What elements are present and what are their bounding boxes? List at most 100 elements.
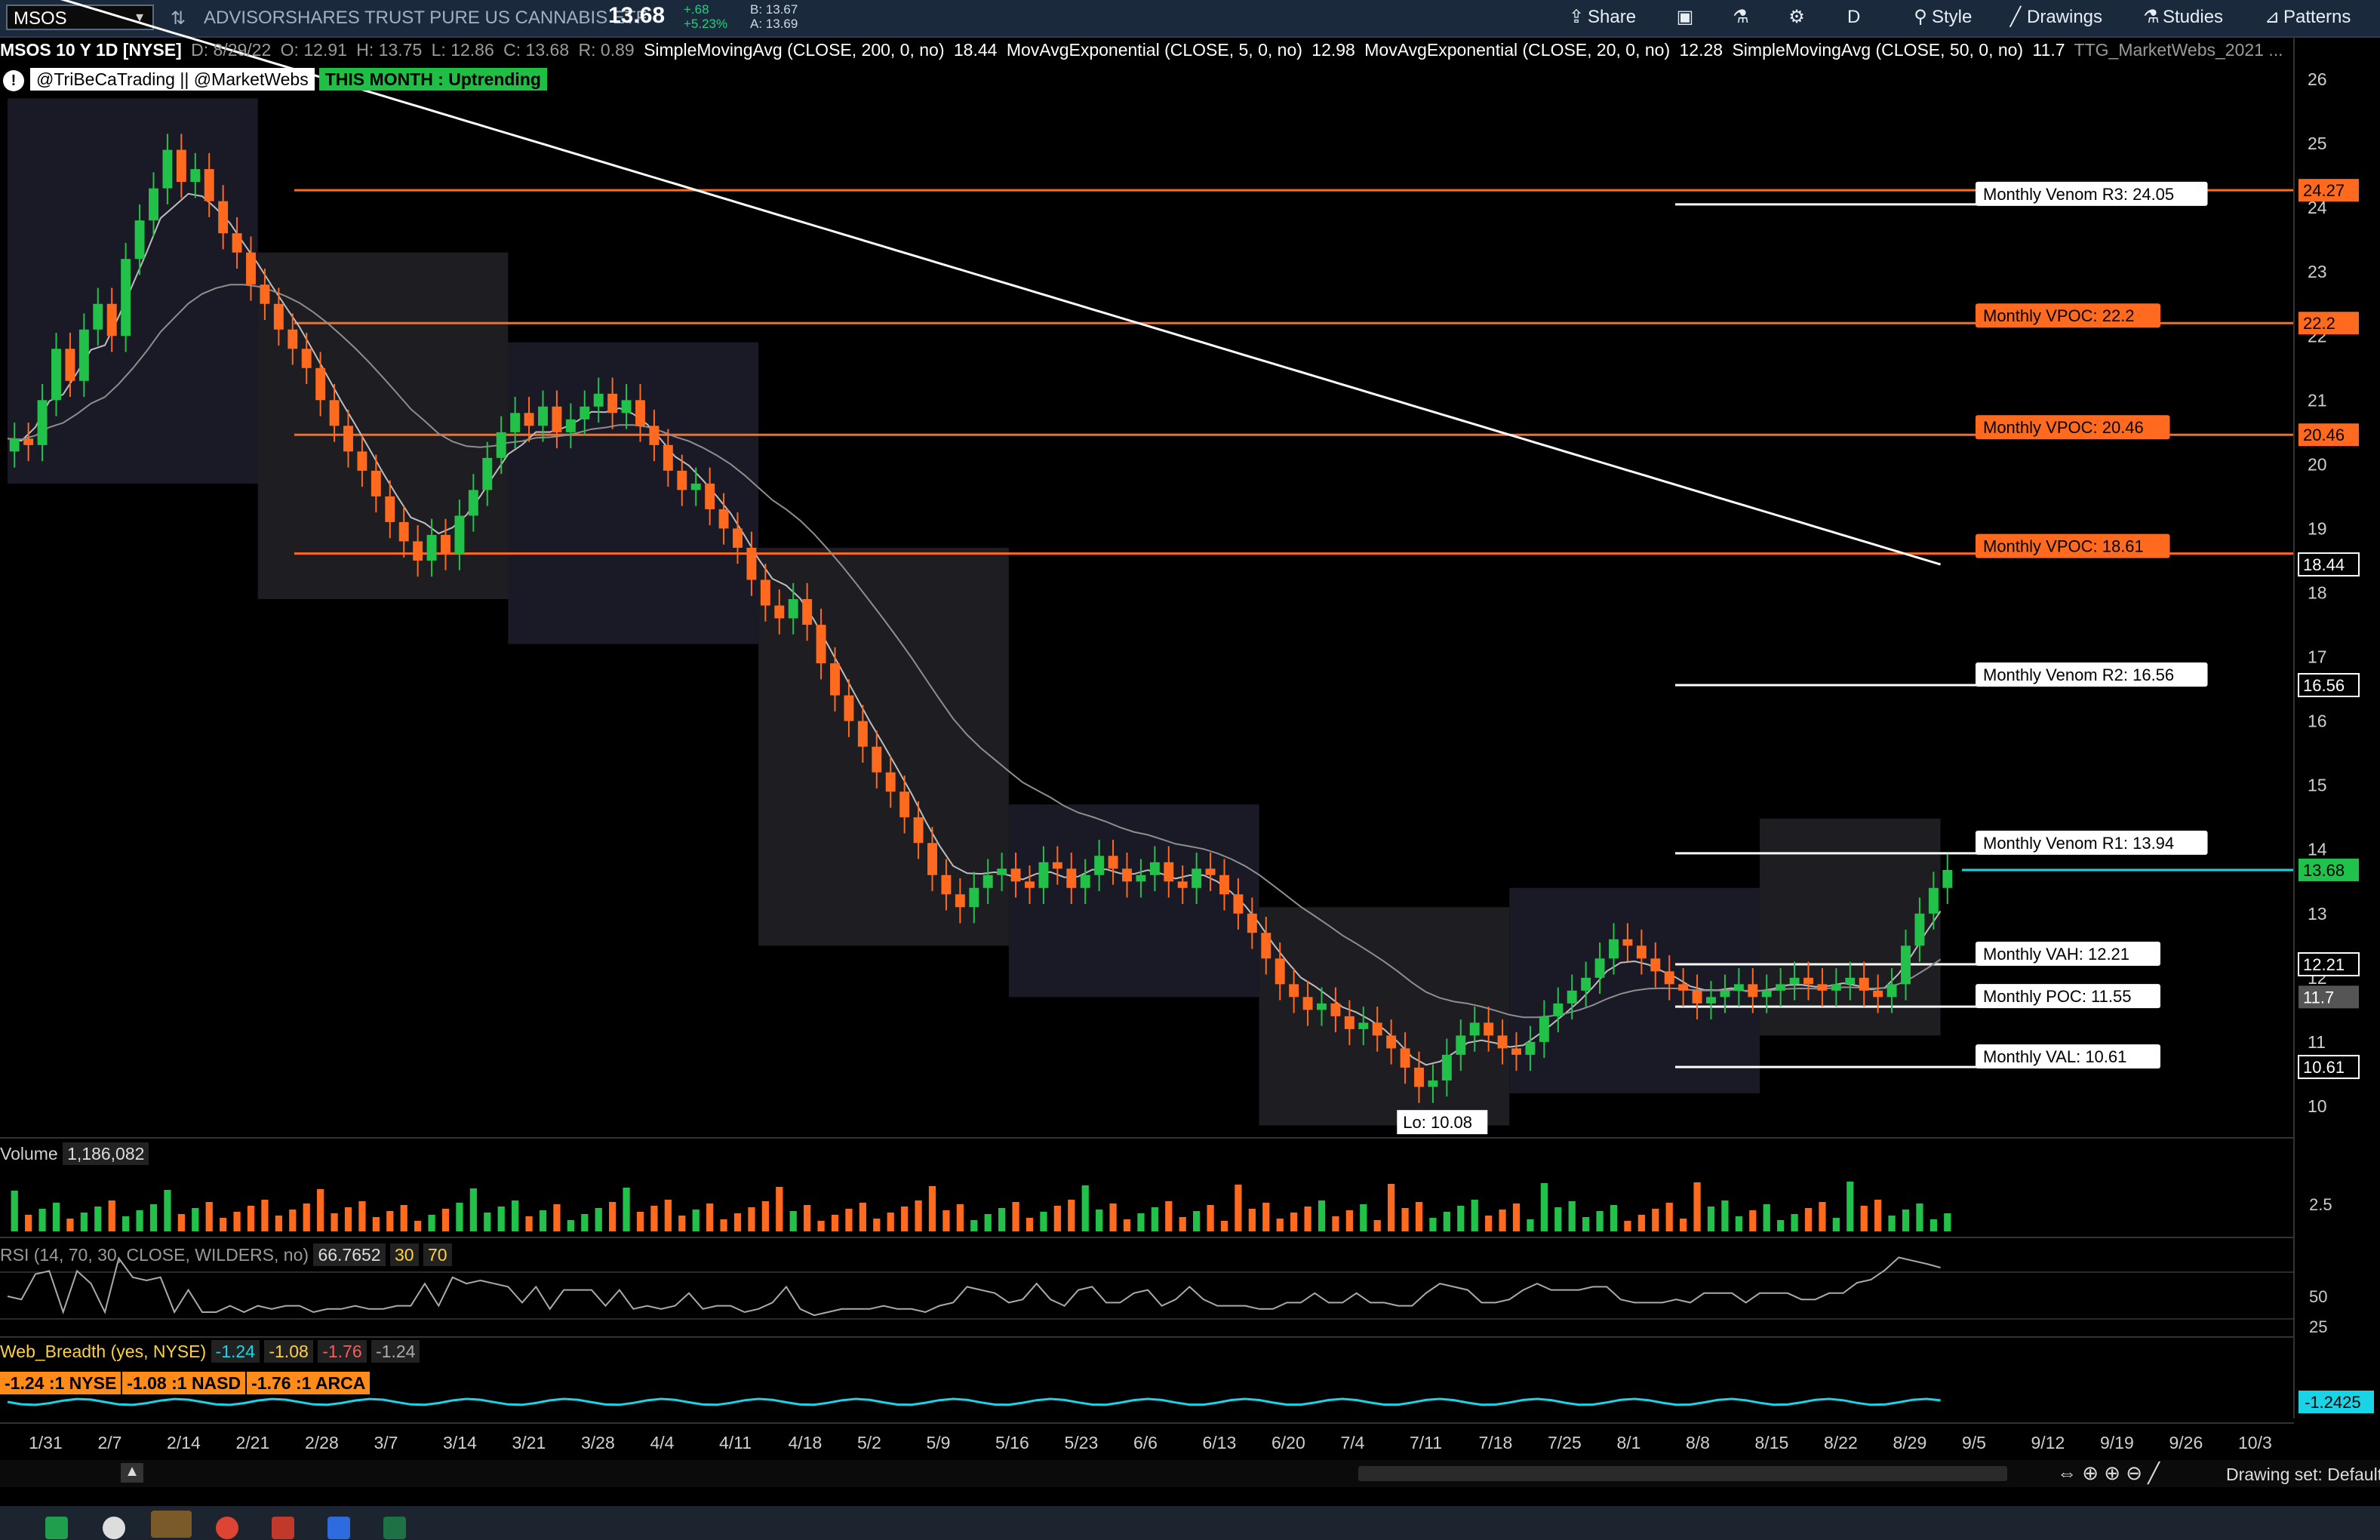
- candle-body: [1233, 894, 1244, 914]
- candle-body: [649, 426, 660, 445]
- candle-body: [733, 528, 743, 548]
- date-tick: 2/14: [167, 1433, 201, 1452]
- candle-body: [315, 367, 326, 401]
- zoom-icon[interactable]: [327, 1517, 350, 1539]
- candle-body: [816, 625, 826, 664]
- ema20-value: 12.28: [1679, 40, 1724, 60]
- drawing-set-label[interactable]: Drawing set: Default: [2226, 1465, 2380, 1485]
- candle-body: [357, 451, 367, 471]
- candle-body: [774, 605, 785, 619]
- candle-body: [1456, 1035, 1466, 1055]
- price-tag-text: 20.46: [2303, 426, 2345, 444]
- app-icon[interactable]: [272, 1517, 294, 1539]
- candle-body: [1080, 875, 1090, 888]
- volume-bar: [344, 1207, 352, 1231]
- pan-icon[interactable]: ⇔ ⊕ ⊕ ⊖ ╱: [2057, 1462, 2160, 1485]
- profile-label[interactable]: TTG_MarketWebs_2021 ...: [2074, 40, 2283, 60]
- volume-bar: [776, 1187, 783, 1231]
- volume-bar: [1443, 1212, 1450, 1231]
- volume-bar: [1012, 1202, 1019, 1231]
- ema5-label[interactable]: MovAvgExponential (CLOSE, 5, 0, no): [1007, 40, 1302, 60]
- sma200-label[interactable]: SimpleMovingAvg (CLOSE, 200, 0, no): [644, 40, 944, 60]
- horizontal-scrollbar[interactable]: [1358, 1466, 2007, 1481]
- ema20-label[interactable]: MovAvgExponential (CLOSE, 20, 0, no): [1364, 40, 1670, 60]
- volume-bar: [1109, 1203, 1117, 1231]
- price-tag-text: 10.61: [2303, 1058, 2345, 1077]
- candle-body: [1845, 977, 1856, 985]
- app-icon[interactable]: [103, 1517, 125, 1539]
- volume-bar: [1735, 1216, 1742, 1231]
- volume-bar: [915, 1200, 922, 1231]
- alert-icon[interactable]: !: [3, 69, 24, 91]
- volume-bar: [1025, 1218, 1034, 1231]
- date-tick: 9/12: [2031, 1433, 2065, 1452]
- volume-bar: [1318, 1200, 1326, 1231]
- candle-body: [718, 509, 729, 529]
- volume-bar: [1680, 1219, 1687, 1231]
- candle-body: [1302, 997, 1313, 1010]
- volume-bar: [275, 1216, 282, 1231]
- volume-bar: [1290, 1213, 1298, 1231]
- candle-body: [1859, 977, 1869, 991]
- volume-bar: [664, 1200, 672, 1231]
- candle-body: [1581, 977, 1591, 991]
- price-tick: 17: [2308, 647, 2327, 667]
- volume-bar: [831, 1215, 839, 1231]
- volume-bar: [1165, 1201, 1173, 1231]
- date-tick: 8/1: [1617, 1433, 1641, 1452]
- volume-bar: [192, 1208, 199, 1231]
- candle-body: [149, 188, 158, 221]
- volume-bar: [817, 1221, 825, 1231]
- collapse-button[interactable]: ▲: [121, 1463, 143, 1483]
- volume-profile-block: [1259, 907, 1510, 1126]
- candle-body: [37, 400, 48, 445]
- sma50-label[interactable]: SimpleMovingAvg (CLOSE, 50, 0, no): [1732, 40, 2023, 60]
- volume-bar: [887, 1213, 894, 1231]
- date-tick: 8/8: [1686, 1433, 1710, 1452]
- candle-body: [385, 496, 395, 522]
- chart-title: MSOS 10 Y 1D [NYSE]: [0, 40, 182, 60]
- level-label: Monthly Venom R2: 16.56: [1983, 665, 2174, 684]
- volume-bar: [1345, 1210, 1353, 1231]
- candle-body: [426, 534, 437, 561]
- date-tick: 8/22: [1824, 1433, 1858, 1452]
- volume-bar: [1846, 1182, 1854, 1231]
- candle-body: [1497, 1035, 1508, 1049]
- level-label: Monthly VAL: 10.61: [1983, 1047, 2126, 1066]
- volume-scale: 2.5: [2309, 1195, 2332, 1214]
- price-tag-text: 24.27: [2303, 181, 2345, 200]
- volume-bar: [1388, 1184, 1395, 1231]
- volume-bar: [11, 1191, 18, 1231]
- date-axis: 1/31 2/7 2/14 2/21 2/28 3/7 3/14 3/21 3/28 4/4 4/1…: [0, 1422, 2294, 1452]
- candle-body: [663, 444, 673, 471]
- volume-bar: [1262, 1203, 1270, 1231]
- excel-icon[interactable]: [383, 1517, 406, 1539]
- candle-body: [510, 413, 521, 432]
- volume-bar: [1512, 1203, 1521, 1231]
- bottom-toolbar: ▲ ⇔ ⊕ ⊕ ⊖ ╱ Drawing set: Default: [0, 1460, 2380, 1487]
- breadth-label: Web_Breadth (yes, NYSE) -1.24 -1.08 -1.7…: [0, 1340, 420, 1363]
- level-label: Monthly VAH: 12.21: [1983, 945, 2129, 964]
- candle-body: [482, 457, 493, 490]
- date-tick: 4/4: [650, 1433, 675, 1452]
- volume-bar: [761, 1201, 769, 1231]
- volume-bar: [581, 1214, 589, 1231]
- volume-bar: [469, 1188, 477, 1231]
- breadth-line: [7, 1397, 1941, 1406]
- thinkorswim-icon[interactable]: [151, 1511, 192, 1538]
- candle-body: [1149, 862, 1160, 875]
- candle-body: [468, 490, 478, 516]
- candle-body: [1122, 868, 1132, 882]
- date-tick: 2/7: [98, 1433, 122, 1452]
- volume-panel: 2.5: [0, 1137, 2332, 1231]
- candle-body: [1761, 990, 1772, 997]
- date-tick: 3/21: [512, 1433, 546, 1452]
- volume-bar: [1707, 1206, 1715, 1231]
- app-icon[interactable]: [45, 1517, 68, 1539]
- volume-bar: [1429, 1218, 1437, 1231]
- social-handles: @TriBeCaTrading || @MarketWebs: [30, 68, 315, 91]
- chrome-icon[interactable]: [216, 1517, 238, 1539]
- candle-body: [1567, 990, 1577, 1004]
- price-chart[interactable]: Monthly Venom R3: 24.05 Monthly VPOC: 22.…: [0, 0, 2380, 1540]
- price-tag-text: 22.2: [2303, 314, 2335, 333]
